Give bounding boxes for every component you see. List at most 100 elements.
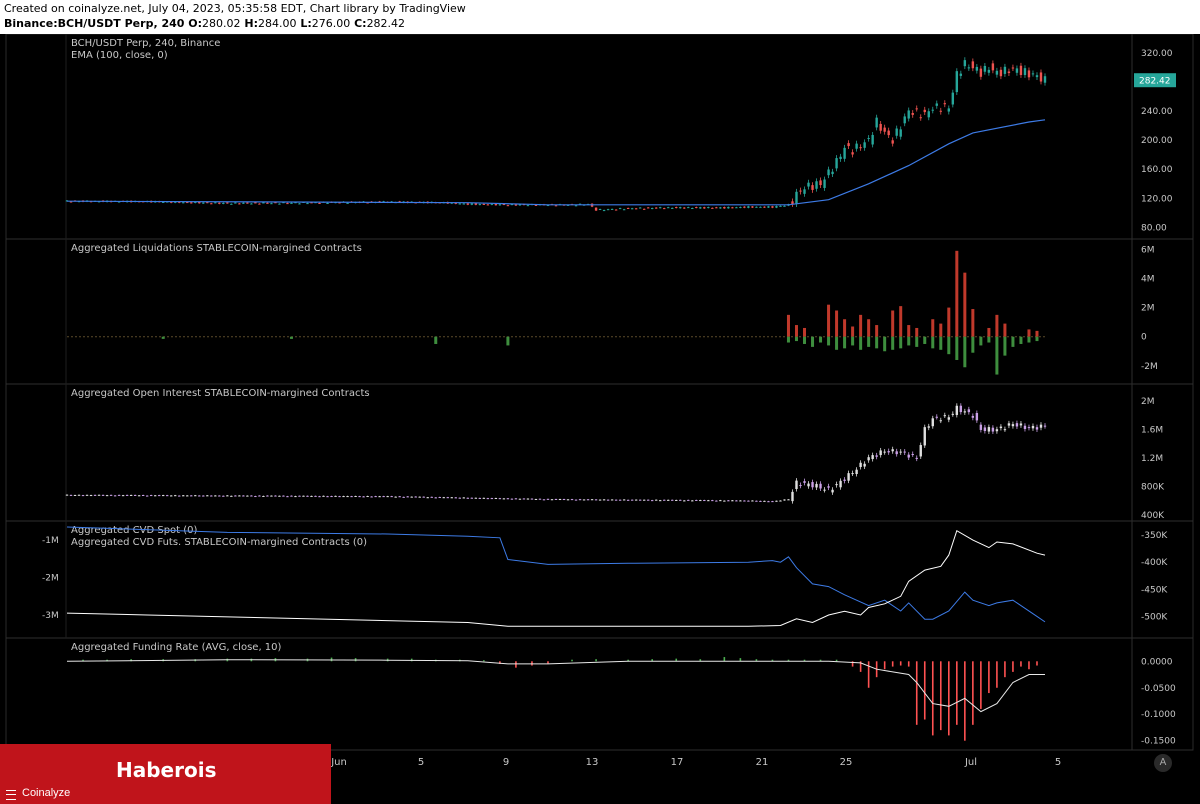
price-candle xyxy=(883,127,886,132)
price-candle xyxy=(642,208,646,210)
liq-short-bar xyxy=(835,336,839,350)
oi-candle xyxy=(667,499,670,501)
chart-area[interactable]: BCH/USDT Perp, 240, BinanceEMA (100, clo… xyxy=(0,34,1200,772)
oi-candle xyxy=(867,457,870,461)
oi-candle xyxy=(578,499,582,501)
price-candle xyxy=(811,185,814,190)
price-candle xyxy=(847,143,850,147)
liq-short-bar xyxy=(995,336,999,375)
price-candle xyxy=(891,140,894,144)
liq-long-bar xyxy=(827,304,831,337)
liq-short-bar xyxy=(939,336,943,350)
liq-long-bar xyxy=(891,310,895,337)
funding-neg-bar xyxy=(948,661,950,736)
oi-candle xyxy=(855,469,858,475)
price-candle xyxy=(903,116,906,124)
price-candle xyxy=(298,203,301,205)
oi-candle xyxy=(121,495,125,497)
oi-candle xyxy=(827,486,830,488)
price-candle xyxy=(815,181,818,189)
price-candle xyxy=(554,205,558,207)
liq-short-bar xyxy=(931,336,935,349)
oi-candle xyxy=(390,496,393,498)
oi-candle xyxy=(887,451,890,453)
liq-short-bar xyxy=(899,336,903,349)
oi-tick: 400K xyxy=(1141,511,1165,521)
price-candle xyxy=(735,207,738,209)
oi-candle xyxy=(105,495,109,497)
oi-candle xyxy=(955,405,959,415)
oi-candle xyxy=(125,494,129,496)
price-candle xyxy=(602,210,606,212)
price-candle xyxy=(747,206,750,208)
pane-title-cvd-futs: Aggregated CVD Futs. STABLECOIN-margined… xyxy=(71,537,367,548)
oi-candle xyxy=(486,498,490,500)
price-candle xyxy=(923,109,926,113)
liq-long-bar xyxy=(1035,330,1039,337)
price-candle xyxy=(819,180,822,186)
price-candle xyxy=(1031,73,1035,75)
price-candle xyxy=(763,206,766,208)
funding-pos-bar xyxy=(723,657,726,662)
price-candle xyxy=(967,67,971,69)
oi-candle xyxy=(334,495,337,497)
price-candle xyxy=(626,208,630,210)
cvd-right-tick: -400K xyxy=(1141,558,1168,568)
low-label: L: xyxy=(300,17,312,30)
oi-candle xyxy=(73,494,77,496)
funding-neg-bar xyxy=(547,661,549,664)
oi-candle xyxy=(434,497,437,499)
liq-long-bar xyxy=(939,323,943,337)
price-candle xyxy=(290,202,293,204)
price-candle xyxy=(210,203,213,205)
price-candle xyxy=(915,108,918,110)
price-candle xyxy=(835,158,838,169)
price-candle xyxy=(326,202,329,204)
price-candle xyxy=(474,203,478,205)
funding-neg-bar xyxy=(915,661,918,725)
x-tick: 17 xyxy=(671,757,684,768)
price-candle xyxy=(1027,70,1031,78)
liq-short-bar xyxy=(851,336,855,346)
oi-candle xyxy=(310,495,313,497)
price-candle xyxy=(1023,68,1027,76)
oi-candle xyxy=(530,498,534,500)
x-tick: 9 xyxy=(503,757,509,768)
high-value: 284.00 xyxy=(257,17,297,30)
liq-short-bar xyxy=(923,336,927,344)
oi-candle xyxy=(779,500,782,502)
price-candle xyxy=(931,109,934,111)
price-candle xyxy=(927,111,930,118)
oi-candle xyxy=(959,405,963,413)
price-candle xyxy=(823,179,826,188)
price-candle xyxy=(723,207,726,209)
liq-long-bar xyxy=(899,306,903,337)
price-candle xyxy=(671,207,674,209)
liq-long-bar xyxy=(786,314,790,337)
x-tick: 5 xyxy=(418,757,424,768)
price-candle xyxy=(963,60,967,67)
oi-candle xyxy=(398,496,401,498)
oi-candle xyxy=(238,495,241,497)
price-candle xyxy=(687,207,690,209)
oi-candle xyxy=(903,451,906,453)
price-candle xyxy=(659,207,662,209)
auto-scale-button[interactable]: A xyxy=(1154,754,1172,772)
oi-candle xyxy=(1015,423,1019,427)
pane-title-price: BCH/USDT Perp, 240, Binance xyxy=(71,38,220,49)
price-candle xyxy=(719,207,722,209)
oi-candle xyxy=(190,495,193,497)
oi-candle xyxy=(446,497,449,499)
price-candle xyxy=(202,202,205,204)
price-candle xyxy=(1035,75,1039,78)
oi-candle xyxy=(522,498,526,500)
oi-candle xyxy=(366,496,369,498)
funding-neg-bar xyxy=(931,661,934,736)
price-candle xyxy=(955,71,959,93)
oi-candle xyxy=(478,497,482,499)
price-candle xyxy=(691,208,694,210)
liq-long-bar xyxy=(955,250,959,337)
oi-candle xyxy=(646,499,650,501)
price-candle xyxy=(939,110,942,112)
oi-candle xyxy=(843,479,846,481)
